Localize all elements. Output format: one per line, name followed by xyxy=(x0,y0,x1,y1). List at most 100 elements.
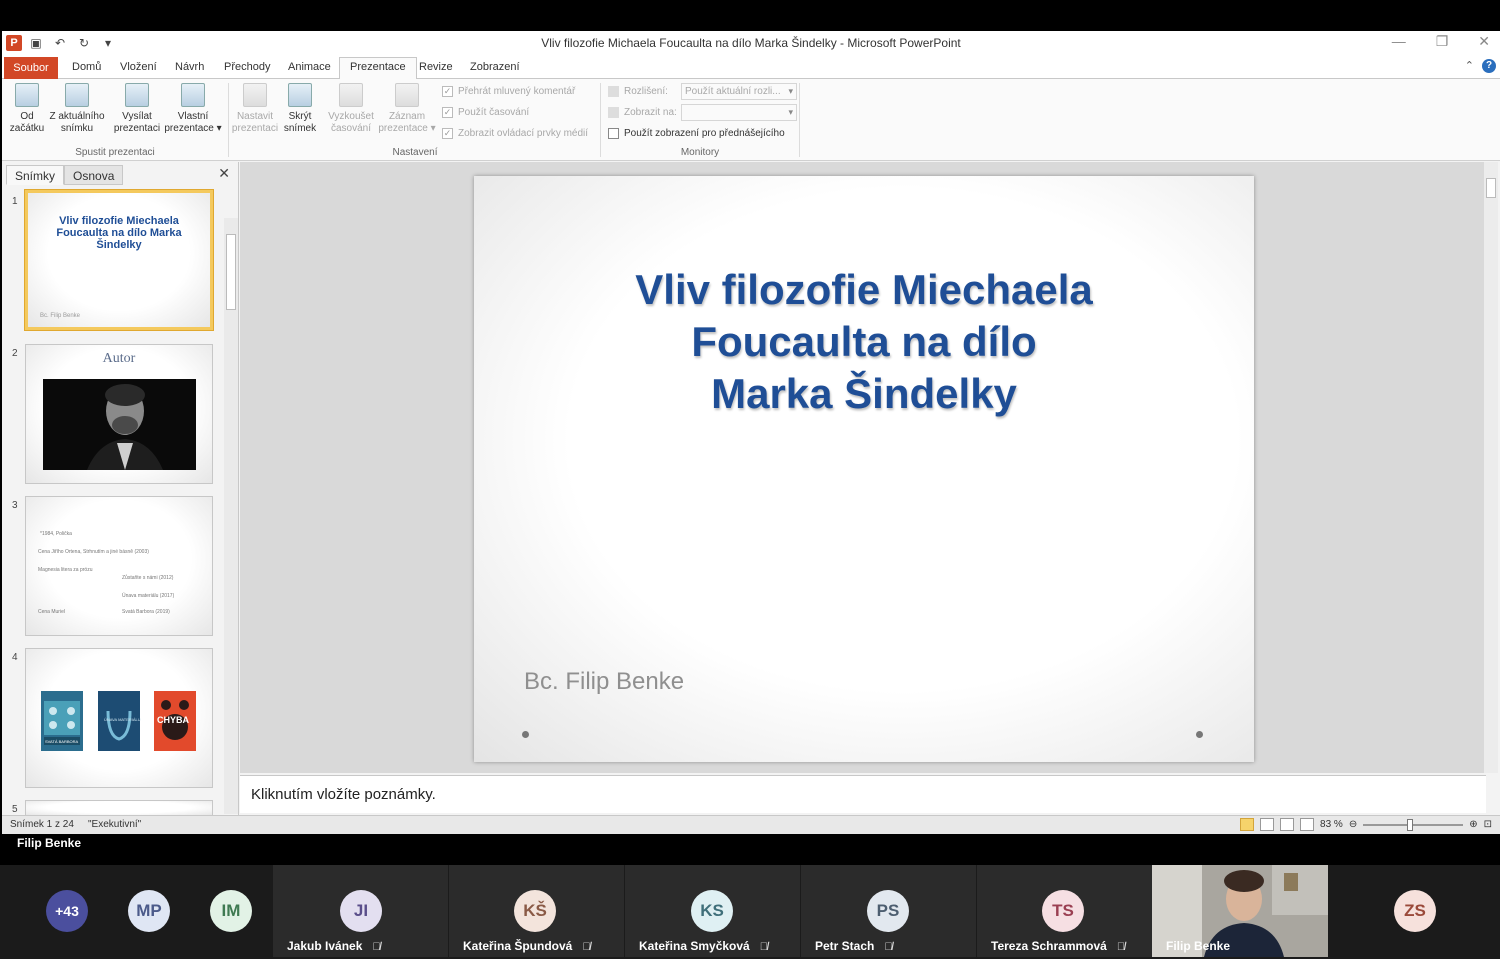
book-cover: ÚNAVA MATERIÁLU xyxy=(98,691,141,751)
group-separator xyxy=(799,83,800,157)
book-title: ÚNAVA MATERIÁLU xyxy=(104,717,141,722)
thumbnail-text: Magnesia litera za prózu xyxy=(38,567,93,573)
scrollbar-thumb[interactable] xyxy=(226,234,236,310)
portrait-image xyxy=(43,379,196,470)
from-beginning-button[interactable]: Od začátku xyxy=(8,83,46,135)
slide-thumbnail-1[interactable]: Vliv filozofie Miechaela Foucaulta na dí… xyxy=(25,190,213,330)
from-current-slide-button[interactable]: Z aktuálního snímku xyxy=(46,83,108,135)
zoom-slider[interactable] xyxy=(1363,818,1464,831)
tab-vlozeni[interactable]: Vložení xyxy=(110,58,167,79)
zoom-slider-knob[interactable] xyxy=(1407,818,1414,831)
resolution-dropdown[interactable]: Použít aktuální rozli... xyxy=(681,83,797,100)
ribbon: Od začátku Z aktuálního snímku Vysílat p… xyxy=(2,79,1500,161)
record-show-button[interactable]: Záznam prezentace ▾ xyxy=(376,83,438,135)
tab-prechody[interactable]: Přechody xyxy=(214,58,280,79)
thumbnail-text: Únava materiálu (2017) xyxy=(122,593,175,599)
show-on-dropdown[interactable] xyxy=(681,104,797,121)
play-narrations-checkbox[interactable]: ✓ Přehrát mluvený komentář xyxy=(442,86,575,97)
tab-prezentace[interactable]: Prezentace xyxy=(339,57,417,80)
help-icon[interactable]: ? xyxy=(1482,59,1496,73)
current-slide[interactable]: Vliv filozofie Miechaela Foucaulta na dí… xyxy=(474,176,1254,762)
group-label-start: Spustit prezentaci xyxy=(75,147,155,158)
tab-soubor[interactable]: Soubor xyxy=(4,57,58,79)
presenter-view-checkbox[interactable]: Použít zobrazení pro přednášejícího xyxy=(608,128,785,139)
slideshow-current-icon xyxy=(65,83,89,107)
tab-animace[interactable]: Animace xyxy=(278,58,341,79)
avatar[interactable]: ZS xyxy=(1394,890,1436,932)
tab-outline[interactable]: Osnova xyxy=(64,165,124,185)
window-title: Vliv filozofie Michaela Foucaulta na díl… xyxy=(541,36,961,50)
slide-thumbnail-5[interactable] xyxy=(25,800,213,816)
zoom-level[interactable]: 83 % xyxy=(1320,819,1343,830)
slide-thumbnail-4[interactable]: SVATÁ BARBORA ÚNAVA MATERIÁLU CHYBA xyxy=(25,648,213,788)
group-label-monitors: Monitory xyxy=(680,147,720,158)
thumbnail-text: Zůstaňte s námi (2012) xyxy=(122,575,174,581)
tab-domu[interactable]: Domů xyxy=(62,58,111,79)
participant-tile[interactable]: TS Tereza Schrammová 🎙̸ xyxy=(977,865,1152,957)
avatar[interactable]: IM xyxy=(210,890,252,932)
checkbox-unchecked-icon xyxy=(608,128,619,139)
participant-video[interactable]: Filip Benke xyxy=(1152,865,1328,957)
participant-tile[interactable]: KS Kateřina Smyčková 🎙̸ xyxy=(625,865,800,957)
slide-number: 5 xyxy=(12,804,18,815)
ribbon-help: ⌃ ? xyxy=(1465,59,1496,73)
avatar[interactable]: MP xyxy=(128,890,170,932)
close-pane-icon[interactable]: ✕ xyxy=(218,165,230,182)
thumbnails-scrollbar[interactable] xyxy=(224,218,238,814)
monitor-icon xyxy=(608,107,619,118)
book-title: SVATÁ BARBORA xyxy=(45,739,79,744)
slide-number: 4 xyxy=(12,652,18,663)
slide-editor: Vliv filozofie Miechaela Foucaulta na dí… xyxy=(240,162,1486,773)
broadcast-button[interactable]: Vysílat prezentaci xyxy=(112,83,162,135)
avatar: TS xyxy=(1042,890,1084,932)
group-label-setup: Nastavení xyxy=(392,147,438,158)
normal-view-icon[interactable] xyxy=(1240,818,1255,831)
notes-pane[interactable]: Kliknutím vložíte poznámky. xyxy=(240,775,1486,813)
title-bar: P ▣ ↶ ↻ ▾ Vliv filozofie Michaela Foucau… xyxy=(2,31,1500,55)
fit-to-window-icon[interactable]: ⊡ xyxy=(1484,819,1492,830)
mic-muted-icon: 🎙̸ xyxy=(582,941,591,953)
avatar: JI xyxy=(340,890,382,932)
slide-subtitle[interactable]: Bc. Filip Benke xyxy=(524,668,684,696)
rehearse-icon xyxy=(339,83,363,107)
tab-zobrazeni[interactable]: Zobrazení xyxy=(460,58,530,79)
scrollbar-thumb[interactable] xyxy=(1486,178,1496,198)
slide-title[interactable]: Vliv filozofie Miechaela Foucaulta na dí… xyxy=(504,264,1224,420)
participant-name: Petr Stach 🎙̸ xyxy=(815,939,893,953)
slide-thumbnail-2[interactable]: Autor xyxy=(25,344,213,484)
minimize-icon[interactable]: — xyxy=(1392,33,1406,50)
decorative-dot xyxy=(1196,731,1203,738)
tab-navrh[interactable]: Návrh xyxy=(165,58,214,79)
window-controls: — ❐ ✕ xyxy=(1392,33,1490,50)
slide-thumbnail-3[interactable]: *1984, Polička Cena Jiřího Ortena, Strhn… xyxy=(25,496,213,636)
reading-view-icon[interactable] xyxy=(1280,818,1295,831)
setup-show-button[interactable]: Nastavit prezentaci xyxy=(230,83,280,135)
collapse-ribbon-icon[interactable]: ⌃ xyxy=(1465,59,1474,73)
tab-slides[interactable]: Snímky xyxy=(6,165,65,185)
maximize-icon[interactable]: ❐ xyxy=(1436,33,1449,50)
setup-show-icon xyxy=(243,83,267,107)
book-cover: SVATÁ BARBORA xyxy=(41,691,83,751)
slide-scrollbar[interactable] xyxy=(1484,162,1498,773)
zoom-in-icon[interactable]: ⊕ xyxy=(1469,819,1477,830)
more-participants-button[interactable]: +43 xyxy=(46,890,88,932)
participant-tile[interactable]: PS Petr Stach 🎙̸ xyxy=(801,865,976,957)
participant-tile[interactable]: JI Jakub Ivánek 🎙̸ xyxy=(273,865,448,957)
tab-revize[interactable]: Revize xyxy=(409,58,463,79)
show-media-controls-checkbox[interactable]: ✓ Zobrazit ovládací prvky médií xyxy=(442,128,588,139)
slideshow-icon[interactable] xyxy=(1300,818,1315,831)
close-icon[interactable]: ✕ xyxy=(1478,33,1490,50)
participant-tile[interactable]: KŠ Kateřina Špundová 🎙̸ xyxy=(449,865,624,957)
use-timings-checkbox[interactable]: ✓ Použít časování xyxy=(442,107,529,118)
group-separator xyxy=(600,83,601,157)
rehearse-timings-button[interactable]: Vyzkoušet časování xyxy=(326,83,376,135)
slide-number: 2 xyxy=(12,348,18,359)
mic-muted-icon: 🎙̸ xyxy=(372,941,381,953)
zoom-out-icon[interactable]: ⊖ xyxy=(1349,819,1357,830)
thumbnail-text: Cena Muriel xyxy=(38,609,65,615)
broadcast-icon xyxy=(125,83,149,107)
hide-slide-button[interactable]: Skrýt snímek xyxy=(281,83,319,135)
custom-show-button[interactable]: Vlastní prezentace ▾ xyxy=(162,83,224,135)
slide-sorter-icon[interactable] xyxy=(1260,818,1275,831)
checkbox-checked-icon: ✓ xyxy=(442,128,453,139)
